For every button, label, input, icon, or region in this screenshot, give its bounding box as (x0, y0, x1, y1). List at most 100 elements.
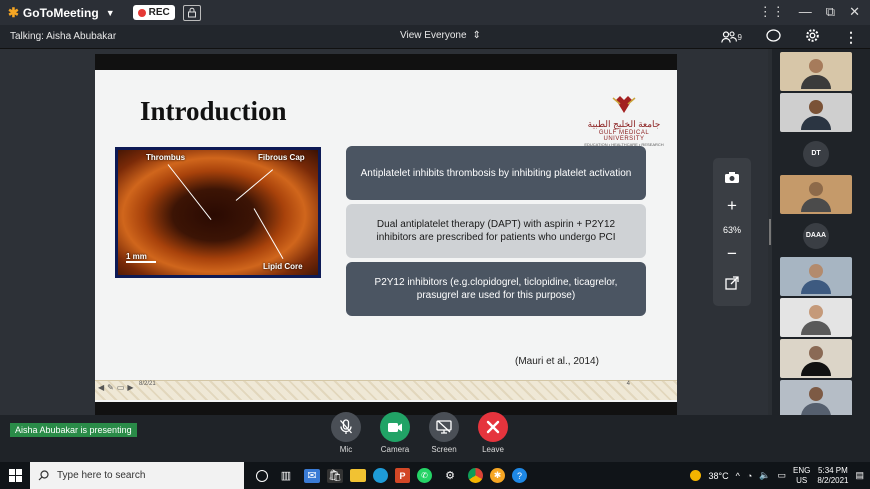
clock-date: 8/2/2021 (817, 475, 849, 485)
volume-icon[interactable]: 🔈 (759, 470, 770, 481)
participant-video (801, 100, 831, 130)
participant-tile[interactable] (780, 175, 852, 214)
label-scale: 1 mm (126, 252, 147, 261)
lock-icon (187, 7, 196, 18)
leave-button[interactable] (478, 412, 508, 442)
mail-icon[interactable]: ✉ (304, 468, 320, 483)
app-name: GoToMeeting (22, 5, 99, 20)
participant-tile[interactable] (780, 93, 852, 132)
system-tray: 38°C ^ ◔ 🔈 ▭ ENG US 5:34 PM 8/2/2021 ▤ (690, 462, 864, 489)
task-view-icon[interactable]: ▥ (275, 466, 297, 486)
info-box-3: P2Y12 inhibitors (e.g.clopidogrel, ticlo… (346, 262, 646, 316)
battery-icon[interactable]: ▭ (777, 470, 786, 481)
network-icon[interactable]: ◔ (747, 471, 752, 481)
pointer-lipid-core (253, 208, 284, 259)
view-selector[interactable]: View Everyone ⇕ (400, 30, 481, 41)
help-icon[interactable]: ? (512, 468, 527, 483)
pinned-apps: ▥ ✉ 🛍 P ✆ ⚙ ✱ ? (256, 466, 527, 486)
pointer-fibrous-cap (235, 169, 274, 201)
chat-button[interactable] (766, 28, 781, 46)
people-icon (720, 31, 737, 43)
zoom-out-button[interactable]: − (720, 241, 744, 267)
weather-icon[interactable] (690, 470, 702, 481)
grid-view-icon[interactable]: ⋮⋮ (759, 4, 785, 20)
top-right-controls: 9 ⋮ (720, 28, 858, 46)
store-icon[interactable]: 🛍 (327, 468, 343, 483)
participant-tile[interactable] (780, 257, 852, 296)
resize-grip[interactable] (769, 219, 771, 245)
powerpoint-icon[interactable]: P (395, 468, 410, 483)
next-slide-icon[interactable]: ▶ (127, 383, 133, 392)
citation: (Mauri et al., 2014) (515, 356, 599, 367)
lock-meeting-button[interactable] (182, 4, 201, 21)
settings-button[interactable] (805, 28, 820, 46)
participant-tile[interactable]: DT (780, 134, 852, 173)
more-options-icon[interactable]: ⋮ (844, 29, 858, 46)
start-button[interactable] (0, 462, 30, 489)
participant-video (801, 305, 831, 335)
windows-logo-icon (8, 469, 22, 482)
participant-tile[interactable]: DAAA (780, 216, 852, 255)
menu-icon[interactable]: ▭ (117, 383, 125, 392)
app-menu[interactable]: ✱ GoToMeeting ▼ (8, 5, 115, 21)
screen-control[interactable]: Screen (428, 412, 460, 454)
weather-temp[interactable]: 38°C (708, 471, 728, 481)
minimize-icon[interactable]: — (799, 4, 812, 20)
label-lipid-core: Lipid Core (263, 262, 303, 271)
camera-control[interactable]: Camera (379, 412, 411, 454)
chevron-up-icon[interactable]: ^ (736, 471, 740, 481)
zoom-in-button[interactable]: + (720, 193, 744, 219)
video-camera-icon (388, 422, 402, 432)
maximize-icon[interactable]: ⧉ (826, 4, 835, 20)
attendees-button[interactable]: 9 (720, 31, 742, 43)
screen-share-stop-icon (436, 420, 452, 434)
taskbar-search[interactable]: Type here to search (30, 462, 244, 489)
language-indicator[interactable]: ENG US (793, 466, 810, 486)
participant-tile[interactable] (780, 52, 852, 91)
record-button[interactable]: REC (132, 5, 175, 20)
file-explorer-icon[interactable] (350, 469, 366, 482)
participant-tile[interactable] (780, 380, 852, 419)
taskbar-clock[interactable]: 5:34 PM 8/2/2021 (817, 466, 848, 486)
label-thrombus: Thrombus (146, 153, 186, 162)
leave-control[interactable]: Leave (477, 412, 509, 454)
whatsapp-icon[interactable]: ✆ (417, 468, 432, 483)
snapshot-button[interactable] (720, 164, 744, 190)
chevron-down-icon: ▼ (105, 7, 115, 18)
view-label: View Everyone (400, 30, 467, 41)
mic-muted-icon (340, 419, 352, 434)
scale-bar (126, 261, 156, 263)
info-box-1: Antiplatelet inhibits thrombosis by inhi… (346, 146, 646, 200)
pop-out-button[interactable] (720, 270, 744, 296)
screen-button[interactable] (429, 412, 459, 442)
chevron-updown-icon: ⇕ (472, 30, 481, 41)
mic-button[interactable] (331, 412, 361, 442)
camera-button[interactable] (380, 412, 410, 442)
edge-icon[interactable] (373, 468, 388, 483)
participant-initials: DT (803, 140, 829, 167)
gotomeeting-taskbar-icon[interactable]: ✱ (490, 468, 505, 483)
gmu-crest-icon (612, 96, 636, 113)
label-fibrous-cap: Fibrous Cap (258, 153, 305, 162)
chat-bubble-icon (766, 28, 781, 42)
pen-icon[interactable]: ✎ (107, 383, 114, 392)
search-placeholder: Type here to search (57, 470, 146, 481)
participant-tile[interactable] (780, 339, 852, 378)
participant-video (801, 182, 831, 212)
prev-slide-icon[interactable]: ◀ (98, 383, 104, 392)
title-bar: ✱ GoToMeeting ▼ REC ⋮⋮ — ⧉ ✕ (0, 0, 870, 25)
participant-video (801, 59, 831, 89)
close-icon[interactable]: ✕ (849, 4, 860, 20)
pointer-thrombus (167, 164, 212, 220)
camera-label: Camera (380, 445, 410, 454)
minus-icon: − (727, 244, 737, 263)
participant-tile[interactable] (780, 298, 852, 337)
cortana-icon[interactable] (256, 469, 268, 482)
chrome-icon[interactable] (468, 468, 483, 483)
mic-control[interactable]: Mic (330, 412, 362, 454)
clock-time: 5:34 PM (818, 465, 848, 475)
camera-icon (725, 171, 739, 183)
notifications-icon[interactable]: ▤ (855, 470, 864, 481)
settings-gear-icon[interactable]: ⚙ (439, 466, 461, 486)
mic-label: Mic (339, 445, 353, 454)
